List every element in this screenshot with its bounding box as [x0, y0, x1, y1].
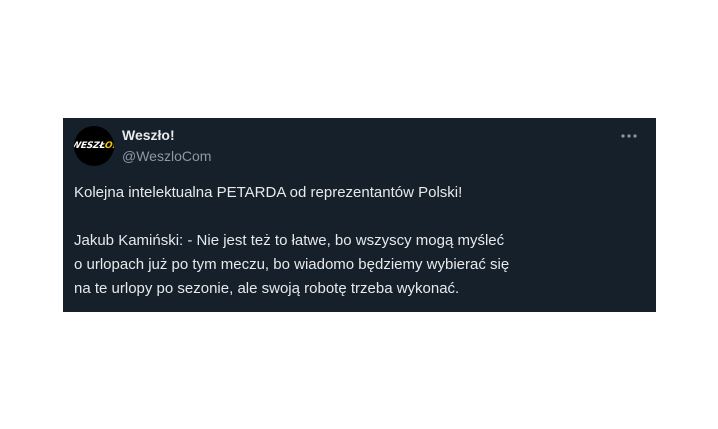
- author-handle[interactable]: @WeszloCom: [122, 148, 211, 165]
- tweet-text-line: Jakub Kamiński: - Nie jest też to łatwe,…: [74, 232, 505, 249]
- tweet-text-line: na te urlopy po sezonie, ale swoją robot…: [74, 280, 460, 297]
- author-display-name[interactable]: Weszło!: [122, 127, 175, 144]
- weszlo-logo: WESZŁO!: [74, 141, 114, 151]
- tweet-text-line: o urlopach już po tym meczu, bo wiadomo …: [74, 256, 510, 273]
- tweet-text: Kolejna intelektualna PETARDA od repreze…: [74, 181, 639, 301]
- avatar[interactable]: WESZŁO!: [74, 126, 114, 166]
- tweet-text-line: Kolejna intelektualna PETARDA od repreze…: [74, 184, 463, 201]
- tweet-card[interactable]: WESZŁO! Weszło! @WeszloCom Kolejna intel…: [63, 118, 656, 312]
- more-options-button[interactable]: [618, 128, 640, 144]
- more-horizontal-icon: [621, 134, 637, 138]
